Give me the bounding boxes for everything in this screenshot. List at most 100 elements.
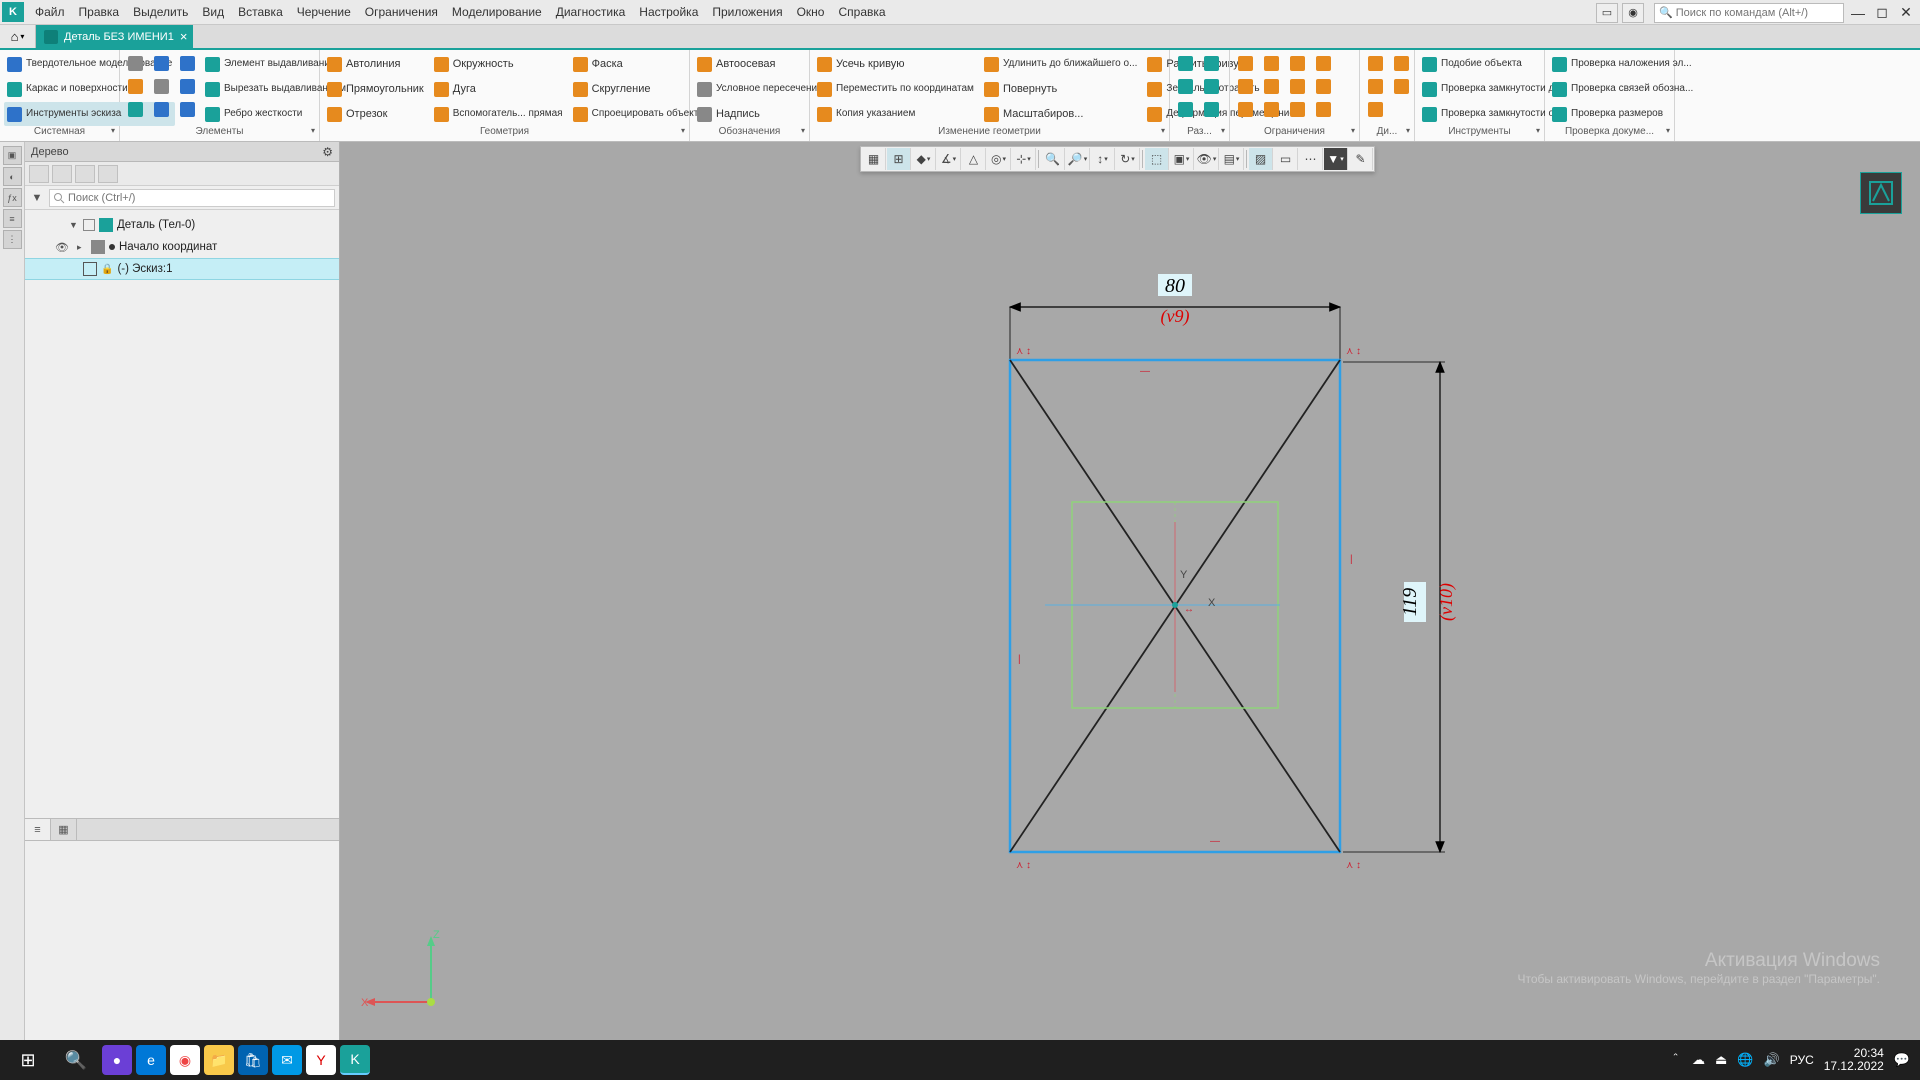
d2[interactable] <box>1364 75 1386 97</box>
cond-intersect-button[interactable]: Условное пересечение <box>694 77 826 101</box>
vt-plane[interactable]: ▭ <box>1274 148 1298 170</box>
side-tool-1[interactable]: ▣ <box>3 146 22 165</box>
close-tab-icon[interactable]: × <box>180 29 188 44</box>
tray-volume-icon[interactable]: 🔊 <box>1764 1052 1780 1068</box>
menu-edit[interactable]: Правка <box>72 1 127 23</box>
closure-check-d-button[interactable]: Проверка замкнутости д... <box>1419 77 1566 101</box>
side-tool-3[interactable]: ƒx <box>3 188 22 207</box>
vt-filter[interactable]: ▼ <box>1324 148 1348 170</box>
autoaxis-button[interactable]: Автоосевая <box>694 52 826 76</box>
dim-icon-5[interactable] <box>1200 75 1222 97</box>
lower-tab-1[interactable]: ≡ <box>25 819 51 840</box>
home-tab[interactable]: ⌂ <box>0 25 36 48</box>
vt-display[interactable]: ⬚ <box>1145 148 1169 170</box>
tray-notifications-icon[interactable]: 💬 <box>1894 1052 1910 1068</box>
extend-button[interactable]: Удлинить до ближайшего о... <box>981 52 1140 76</box>
menu-select[interactable]: Выделить <box>126 1 195 23</box>
exit-sketch-button[interactable] <box>1860 172 1902 214</box>
c10[interactable] <box>1312 52 1334 74</box>
menu-settings[interactable]: Настройка <box>632 1 705 23</box>
lower-tab-2[interactable]: ▦ <box>51 819 77 840</box>
tree-settings-icon[interactable]: ⚙ <box>322 145 333 159</box>
side-tool-5[interactable]: ⋮ <box>3 230 22 249</box>
vt-3[interactable]: ◆ <box>912 148 936 170</box>
d5[interactable] <box>1390 75 1412 97</box>
menu-help[interactable]: Справка <box>831 1 892 23</box>
dim-icon-3[interactable] <box>1174 98 1196 120</box>
command-search[interactable]: 🔍 <box>1654 3 1844 23</box>
tree-tb-2[interactable] <box>52 165 72 183</box>
side-tool-2[interactable]: ◐ <box>3 167 22 186</box>
tree-tb-1[interactable] <box>29 165 49 183</box>
text-button[interactable]: Надпись <box>694 102 826 126</box>
titlebar-layout-icon[interactable]: ▭ <box>1596 3 1618 23</box>
save-icon[interactable] <box>150 52 172 74</box>
document-tab[interactable]: Деталь БЕЗ ИМЕНИ1 × <box>36 25 193 48</box>
c2[interactable] <box>1234 75 1256 97</box>
copy-button[interactable]: Копия указанием <box>814 102 977 126</box>
rotate-button[interactable]: Повернуть <box>981 77 1140 101</box>
d1[interactable] <box>1364 52 1386 74</box>
vt-more[interactable]: ⋯ <box>1299 148 1323 170</box>
undo-icon[interactable] <box>150 98 172 120</box>
segment-button[interactable]: Отрезок <box>324 102 427 126</box>
checkbox-icon[interactable] <box>83 219 95 231</box>
c4[interactable] <box>1260 52 1282 74</box>
titlebar-camera-icon[interactable]: ◉ <box>1622 3 1644 23</box>
maximize-button[interactable]: ◻ <box>1872 3 1892 23</box>
properties-icon[interactable] <box>124 98 146 120</box>
c3[interactable] <box>1234 98 1256 120</box>
tray-onedrive-icon[interactable]: ☁ <box>1692 1052 1705 1068</box>
autoline-button[interactable]: Автолиния <box>324 52 427 76</box>
new-doc-icon[interactable] <box>124 52 146 74</box>
tray-chevron-icon[interactable]: ＾ <box>1669 1051 1682 1070</box>
vt-pan[interactable]: ↕ <box>1091 148 1115 170</box>
start-button[interactable]: ⊞ <box>4 1040 52 1080</box>
tray-network-icon[interactable]: 🌐 <box>1737 1052 1753 1068</box>
arc-button[interactable]: Дуга <box>431 77 566 101</box>
vt-1[interactable]: ▦ <box>862 148 886 170</box>
taskbar-app-chrome[interactable]: ◉ <box>170 1045 200 1075</box>
vt-rotate[interactable]: ↻ <box>1116 148 1140 170</box>
search-taskbar-icon[interactable]: 🔍 <box>52 1040 100 1080</box>
side-tool-4[interactable]: ≡ <box>3 209 22 228</box>
taskbar-app-kompas[interactable]: K <box>340 1045 370 1075</box>
vt-brush[interactable]: ✎ <box>1349 148 1373 170</box>
overlay-check-button[interactable]: Проверка наложения эл... <box>1549 52 1696 76</box>
vt-4[interactable]: ∡ <box>937 148 961 170</box>
taskbar-app-explorer[interactable]: 📁 <box>204 1045 234 1075</box>
taskbar-app-mail[interactable]: ✉ <box>272 1045 302 1075</box>
trim-button[interactable]: Усечь кривую <box>814 52 977 76</box>
menu-constraints[interactable]: Ограничения <box>358 1 445 23</box>
menu-view[interactable]: Вид <box>195 1 231 23</box>
menu-insert[interactable]: Вставка <box>231 1 290 23</box>
aux-line-button[interactable]: Вспомогатель... прямая <box>431 102 566 126</box>
fillet-button[interactable]: Скругление <box>570 77 702 101</box>
taskbar-app-1[interactable]: ● <box>102 1045 132 1075</box>
vt-sect[interactable]: ▤ <box>1220 148 1244 170</box>
open-icon[interactable] <box>124 75 146 97</box>
c7[interactable] <box>1286 52 1308 74</box>
tray-clock[interactable]: 20:34 17.12.2022 <box>1824 1047 1884 1073</box>
taskbar-app-store[interactable]: 🛍 <box>238 1045 268 1075</box>
dim-icon-2[interactable] <box>1174 75 1196 97</box>
export-icon[interactable] <box>176 75 198 97</box>
menu-window[interactable]: Окно <box>790 1 832 23</box>
filter-icon[interactable]: ▼ <box>29 190 45 206</box>
tree-row-origin[interactable]: 👁 ▸ Начало координат <box>25 236 339 258</box>
command-search-input[interactable] <box>1676 7 1839 19</box>
tray-usb-icon[interactable]: ⏏ <box>1715 1052 1727 1068</box>
closure-check-o-button[interactable]: Проверка замкнутости о... <box>1419 102 1566 126</box>
rect-button[interactable]: Прямоугольник <box>324 77 427 101</box>
minimize-button[interactable]: — <box>1848 3 1868 23</box>
vt-proj[interactable]: ▣ <box>1170 148 1194 170</box>
tray-lang[interactable]: РУС <box>1790 1053 1814 1067</box>
dim-check-button[interactable]: Проверка размеров <box>1549 102 1696 126</box>
save-as-icon[interactable] <box>176 52 198 74</box>
taskbar-app-edge[interactable]: e <box>136 1045 166 1075</box>
vt-6[interactable]: ◎ <box>987 148 1011 170</box>
c8[interactable] <box>1286 75 1308 97</box>
canvas[interactable]: ▦ ⊞ ◆ ∡ △ ◎ ⊹ 🔍 🔎 ↕ ↻ ⬚ ▣ 👁 ▤ ▨ ▭ ⋯ ▼ ✎ <box>340 142 1920 1040</box>
link-check-button[interactable]: Проверка связей обозна... <box>1549 77 1696 101</box>
menu-apps[interactable]: Приложения <box>705 1 789 23</box>
